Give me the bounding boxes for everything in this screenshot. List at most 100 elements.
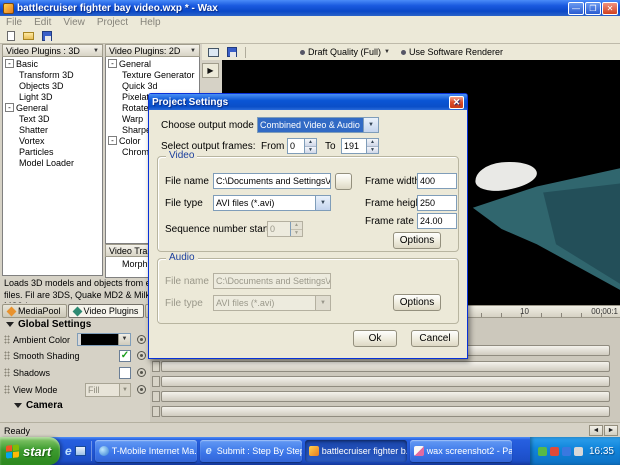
taskbar-button-paint[interactable]: wax screenshot2 - Paint (410, 440, 512, 462)
track-lane[interactable] (161, 376, 610, 387)
tree-group-basic[interactable]: -Basic (5, 58, 102, 69)
panel-3d-header[interactable]: Video Plugins : 3D ▼ (2, 44, 103, 57)
track-handle[interactable] (152, 361, 160, 372)
browse-button[interactable] (335, 173, 352, 190)
menu-edit[interactable]: Edit (28, 16, 57, 29)
tab-video-plugins[interactable]: Video Plugins (68, 304, 145, 318)
tray-icon-green[interactable] (538, 447, 547, 456)
drag-grip-icon[interactable] (4, 335, 10, 344)
cancel-button[interactable]: Cancel (411, 330, 459, 347)
tree-group-general-2d[interactable]: -General (108, 58, 199, 69)
tree-group-general[interactable]: -General (5, 102, 102, 113)
menu-view[interactable]: View (57, 16, 91, 29)
internet-explorer-icon[interactable]: e (65, 445, 72, 457)
video-file-type-dropdown[interactable]: AVI files (*.avi) ▼ (213, 195, 331, 211)
collapse-icon[interactable]: - (108, 59, 117, 68)
frame-height-field[interactable]: 250 (417, 195, 457, 211)
video-file-name-field[interactable]: C:\Documents and Settings\Administrato (213, 173, 331, 189)
tray-icon-blue[interactable] (562, 447, 571, 456)
render-setup-icon[interactable] (206, 46, 221, 59)
show-desktop-icon[interactable] (75, 446, 86, 456)
spinner-arrows-icon[interactable]: ▲▼ (366, 139, 378, 153)
collapse-icon[interactable]: - (108, 136, 117, 145)
keyframe-target-icon[interactable] (137, 368, 146, 377)
track-handle[interactable] (152, 391, 160, 402)
global-settings-header[interactable]: Global Settings (6, 319, 91, 330)
scroll-right-icon[interactable]: ► (604, 425, 618, 436)
tree-item-quick-3d[interactable]: Quick 3d (108, 80, 199, 91)
track-lane[interactable] (161, 391, 610, 402)
drag-grip-icon[interactable] (4, 351, 10, 360)
software-renderer-toggle[interactable]: Use Software Renderer (409, 47, 503, 57)
keyframe-target-icon[interactable] (137, 335, 146, 344)
collapse-icon[interactable]: - (5, 59, 14, 68)
tree-item-particles[interactable]: Particles (5, 146, 102, 157)
panel-2d-header[interactable]: Video Plugins: 2D ▼ (105, 44, 200, 57)
track-lane[interactable] (161, 406, 610, 417)
track-handle[interactable] (152, 376, 160, 387)
ok-button[interactable]: Ok (353, 330, 397, 347)
chevron-down-icon[interactable]: ▼ (315, 196, 330, 210)
timeline-track[interactable] (152, 361, 610, 372)
keyframe-target-icon[interactable] (137, 351, 146, 360)
tray-icon-red[interactable] (550, 447, 559, 456)
to-frame-spinner[interactable]: 191 ▲▼ (341, 138, 379, 154)
shadows-checkbox[interactable] (119, 367, 131, 379)
scroll-left-icon[interactable]: ◄ (589, 425, 603, 436)
chevron-down-icon[interactable]: ▼ (363, 118, 378, 132)
chevron-down-icon[interactable]: ▼ (384, 49, 390, 55)
tab-mediapool[interactable]: MediaPool (2, 304, 67, 318)
menu-help[interactable]: Help (134, 16, 167, 29)
play-button[interactable]: ▶ (202, 63, 219, 78)
track-lane[interactable] (161, 361, 610, 372)
save-icon[interactable] (39, 30, 54, 43)
chevron-down-icon[interactable]: ▼ (118, 334, 130, 345)
spinner-arrows-icon[interactable]: ▲▼ (304, 139, 316, 153)
smooth-shading-checkbox[interactable]: ✓ (119, 350, 131, 362)
tree-item-light-3d[interactable]: Light 3D (5, 91, 102, 102)
keyframe-target-icon[interactable] (137, 385, 146, 394)
start-button[interactable]: start (0, 437, 60, 465)
tree-item-transform-3d[interactable]: Transform 3D (5, 69, 102, 80)
frame-rate-field[interactable]: 24.00 (417, 213, 457, 229)
maximize-button[interactable]: ❐ (585, 2, 601, 15)
audio-options-button[interactable]: Options (393, 294, 441, 311)
video-options-button[interactable]: Options (393, 232, 441, 249)
frame-width-field[interactable]: 400 (417, 173, 457, 189)
new-file-icon[interactable] (3, 30, 18, 43)
tray-icon-gray[interactable] (574, 447, 583, 456)
dialog-titlebar[interactable]: Project Settings ✕ (149, 94, 467, 110)
collapse-icon[interactable]: - (5, 103, 14, 112)
tree-item-vortex[interactable]: Vortex (5, 135, 102, 146)
taskbar-button-tmobile[interactable]: T-Mobile Internet Ma... (95, 440, 197, 462)
snapshot-icon[interactable] (224, 46, 239, 59)
window-titlebar[interactable]: battlecruiser fighter bay video.wxp * - … (0, 0, 620, 16)
tree-item-text-3d[interactable]: Text 3D (5, 113, 102, 124)
taskbar-button-browser[interactable]: e Submit : Step By Step... (200, 440, 302, 462)
timeline-track[interactable] (152, 406, 610, 417)
from-frame-spinner[interactable]: 0 ▲▼ (287, 138, 317, 154)
tree-item-shatter[interactable]: Shatter (5, 124, 102, 135)
taskbar-button-wax[interactable]: battlecruiser fighter b... (305, 440, 407, 462)
timeline-track[interactable] (152, 376, 610, 387)
tree-item-objects-3d[interactable]: Objects 3D (5, 80, 102, 91)
open-folder-icon[interactable] (21, 30, 36, 43)
camera-header[interactable]: Camera (14, 400, 63, 411)
minimize-button[interactable]: — (568, 2, 584, 15)
output-mode-dropdown[interactable]: Combined Video & Audio ▼ (257, 117, 379, 133)
tree-item-model-loader[interactable]: Model Loader (5, 157, 102, 168)
track-handle[interactable] (152, 406, 160, 417)
drag-grip-icon[interactable] (4, 385, 10, 394)
timeline-track[interactable] (152, 391, 610, 402)
menu-project[interactable]: Project (91, 16, 134, 29)
close-button[interactable]: ✕ (602, 2, 618, 15)
ambient-color-picker[interactable]: ▼ (77, 333, 131, 346)
tree-item-texture-generator[interactable]: Texture Generator (108, 69, 199, 80)
taskbar-clock[interactable]: 16:35 (589, 446, 614, 457)
draft-quality-dropdown[interactable]: Draft Quality (Full) (308, 47, 381, 57)
view-mode-dropdown[interactable]: Fill▼ (85, 383, 131, 397)
plugin-tree-3d: -Basic Transform 3D Objects 3D Light 3D … (2, 57, 103, 276)
dialog-close-button[interactable]: ✕ (449, 96, 464, 109)
drag-grip-icon[interactable] (4, 368, 10, 377)
menu-file[interactable]: File (0, 16, 28, 29)
